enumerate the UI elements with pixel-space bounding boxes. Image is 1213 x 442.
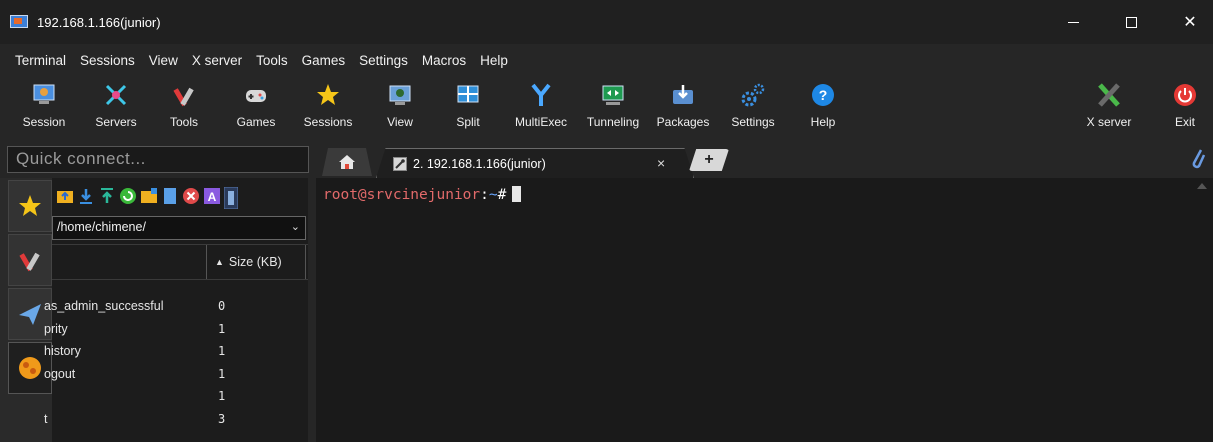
servers-icon: [103, 82, 129, 108]
help-icon: ?: [810, 82, 836, 108]
tunneling-button[interactable]: Tunneling: [578, 76, 648, 142]
menu-view[interactable]: View: [142, 53, 185, 68]
side-tab-sessions[interactable]: [8, 180, 52, 232]
paperclip-icon[interactable]: [1190, 146, 1206, 170]
home-icon: [339, 155, 355, 169]
sessions-button[interactable]: Sessions: [298, 76, 358, 142]
menu-bar: Terminal Sessions View X server Tools Ga…: [0, 44, 1213, 76]
paper-plane-icon: [19, 304, 41, 325]
follow-terminal-icon[interactable]: [223, 186, 239, 210]
svg-text:A: A: [208, 190, 217, 204]
title-bar: 192.168.1.166(junior) ✕: [0, 0, 1213, 44]
delete-icon[interactable]: [182, 187, 200, 205]
terminal-area[interactable]: root@srvcinejunior:~#: [316, 178, 1213, 442]
packages-button[interactable]: Packages: [652, 76, 714, 142]
packages-icon: [670, 82, 696, 108]
split-icon: [455, 82, 481, 108]
new-tab-button[interactable]: +: [689, 149, 729, 171]
rename-icon[interactable]: A: [203, 187, 221, 205]
power-icon: [1172, 82, 1198, 108]
multiexec-fork-icon: [528, 82, 554, 108]
help-button[interactable]: ? Help: [808, 76, 838, 142]
ssh-wrench-icon: [393, 156, 407, 171]
menu-games[interactable]: Games: [295, 53, 353, 68]
menu-x-server[interactable]: X server: [185, 53, 249, 68]
menu-terminal[interactable]: Terminal: [8, 53, 73, 68]
sftp-path-value: /home/chimene/: [57, 220, 146, 234]
parent-folder-icon[interactable]: [56, 187, 74, 205]
tab-bar: Quick connect... 2. 192.168.1.166(junior…: [0, 142, 1213, 178]
tools-icon: [171, 82, 197, 108]
menu-sessions[interactable]: Sessions: [73, 53, 142, 68]
app-monitor-icon: [10, 14, 28, 30]
new-folder-icon[interactable]: [140, 187, 158, 205]
gears-icon: [740, 82, 766, 108]
settings-button[interactable]: Settings: [724, 76, 782, 142]
file-row[interactable]: prity 1: [44, 319, 308, 342]
maximize-icon: [1125, 16, 1137, 28]
star-icon: [315, 82, 341, 108]
chevron-down-icon[interactable]: ⌄: [291, 220, 300, 233]
session-icon: [31, 82, 57, 108]
scroll-up-arrow-icon[interactable]: [1197, 183, 1207, 189]
maximize-button[interactable]: [1108, 0, 1154, 44]
download-icon[interactable]: [77, 187, 95, 205]
file-row[interactable]: as_admin_successful 0: [44, 296, 308, 319]
menu-settings[interactable]: Settings: [352, 53, 415, 68]
sftp-file-list: as_admin_successful 0 prity 1 history 1 ogo…: [44, 296, 308, 432]
window-title: 192.168.1.166(junior): [37, 14, 161, 30]
file-row[interactable]: 1: [52, 386, 308, 409]
quick-connect-input[interactable]: Quick connect...: [7, 146, 309, 173]
plus-icon: +: [704, 151, 714, 168]
multiexec-button[interactable]: MultiExec: [510, 76, 572, 142]
gamepad-icon: [243, 82, 269, 108]
minimize-button[interactable]: [1050, 0, 1096, 44]
view-icon: [387, 82, 413, 108]
games-button[interactable]: Games: [228, 76, 284, 142]
split-button[interactable]: Split: [448, 76, 488, 142]
menu-macros[interactable]: Macros: [415, 53, 473, 68]
sort-ascending-icon: ▲: [215, 257, 224, 267]
panel-splitter[interactable]: [308, 178, 316, 442]
exit-button[interactable]: Exit: [1168, 76, 1202, 142]
session-tab[interactable]: 2. 192.168.1.166(junior) ×: [376, 148, 694, 178]
servers-button[interactable]: Servers: [84, 76, 148, 142]
file-row[interactable]: history 1: [44, 341, 308, 364]
side-tab-tools[interactable]: [8, 234, 52, 286]
tunneling-icon: [600, 82, 626, 108]
x-server-icon: [1096, 82, 1122, 108]
macro-orange-icon: [19, 357, 41, 379]
upload-icon[interactable]: [98, 187, 116, 205]
tools-button[interactable]: Tools: [160, 76, 208, 142]
close-icon: ✕: [1183, 14, 1197, 31]
minimize-icon: [1067, 21, 1079, 23]
session-button[interactable]: Session: [16, 76, 72, 142]
close-tab-button[interactable]: ×: [657, 155, 665, 171]
new-file-icon[interactable]: [161, 187, 179, 205]
svg-text:?: ?: [819, 87, 828, 103]
close-window-button[interactable]: ✕: [1167, 0, 1213, 44]
home-tab[interactable]: [322, 148, 372, 176]
file-row[interactable]: ogout 1: [44, 364, 308, 387]
view-button[interactable]: View: [378, 76, 422, 142]
sftp-column-header: ▲ Size (KB): [52, 244, 308, 280]
xserver-button[interactable]: X server: [1080, 76, 1138, 142]
sftp-toolbar: A: [52, 178, 308, 214]
size-column-header[interactable]: ▲ Size (KB): [206, 245, 306, 279]
refresh-icon[interactable]: [119, 187, 137, 205]
terminal-cursor: [512, 186, 522, 202]
sftp-path-field[interactable]: /home/chimene/ ⌄: [52, 216, 306, 240]
sftp-browser: A /home/chimene/ ⌄ ▲ Size (KB) as_admin_…: [44, 178, 308, 442]
file-row[interactable]: t3: [44, 409, 308, 432]
menu-tools[interactable]: Tools: [249, 53, 295, 68]
session-tab-label: 2. 192.168.1.166(junior): [413, 156, 546, 171]
terminal-prompt: root@srvcinejunior:~#: [323, 186, 522, 203]
tools-icon: [19, 252, 40, 272]
menu-help[interactable]: Help: [473, 53, 515, 68]
main-toolbar: Session Servers Tools Games Sessions Vie…: [0, 76, 1213, 142]
star-icon: [19, 195, 41, 216]
